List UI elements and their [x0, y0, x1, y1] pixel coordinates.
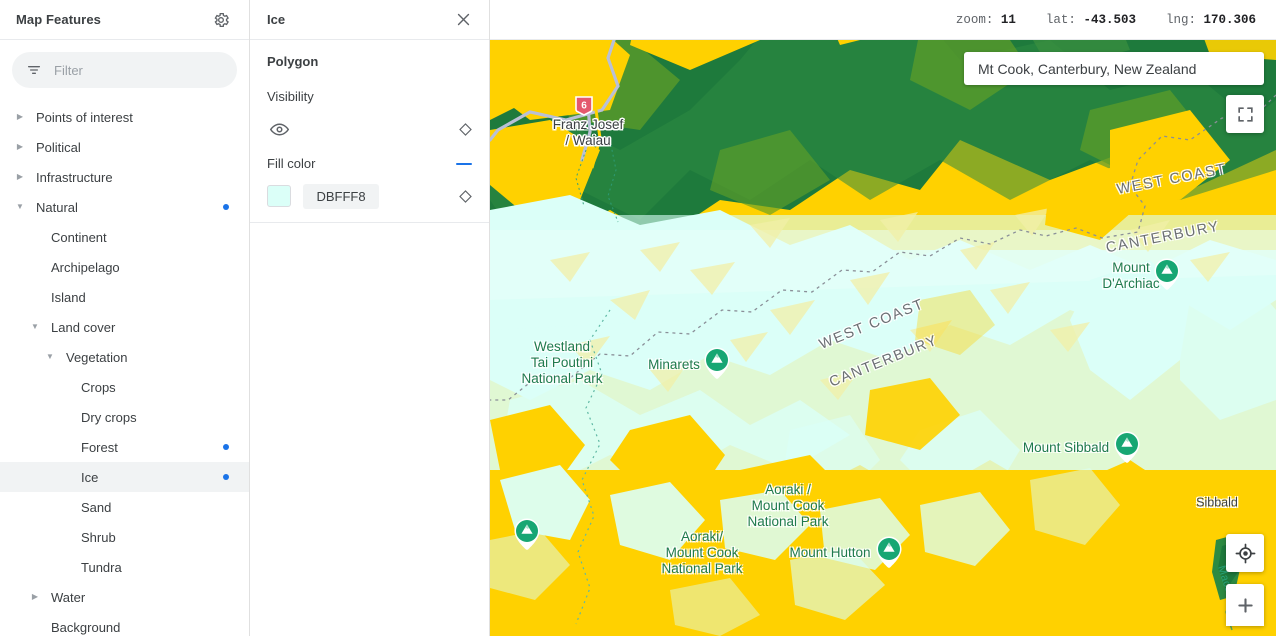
- location-search-box[interactable]: Mt Cook, Canterbury, New Zealand: [964, 52, 1264, 85]
- fill-color-hex-value[interactable]: DBFFF8: [303, 183, 379, 209]
- sidebar-item-label: Land cover: [51, 319, 116, 335]
- filter-input[interactable]: [52, 61, 223, 79]
- sidebar-item-land-cover[interactable]: ▼ Land cover: [0, 312, 249, 342]
- sidebar-item-water[interactable]: ▶ Water: [0, 582, 249, 612]
- plus-icon: [1235, 595, 1256, 616]
- app-root: Map Features ▶ Points of interest ▶ Politic…: [0, 0, 1276, 636]
- chevron-right-icon[interactable]: ▶: [12, 113, 28, 121]
- sidebar-item-label: Dry crops: [81, 409, 137, 425]
- sidebar-item-label: Infrastructure: [36, 169, 113, 185]
- chevron-down-icon[interactable]: ▼: [42, 353, 58, 361]
- sidebar-item-points-of-interest[interactable]: ▶ Points of interest: [0, 102, 249, 132]
- sidebar-item-forest[interactable]: Forest: [0, 432, 249, 462]
- sidebar-item-dry-crops[interactable]: Dry crops: [0, 402, 249, 432]
- sidebar-item-label: Ice: [81, 469, 99, 485]
- zoom-label: zoom:: [955, 12, 994, 27]
- fill-color-label-row: Fill color: [267, 156, 472, 171]
- zoom-readout: zoom: 11: [956, 13, 1016, 27]
- visibility-label-row: Visibility: [267, 89, 472, 104]
- sidebar-item-continent[interactable]: Continent: [0, 222, 249, 252]
- lat-readout: lat: -43.503: [1046, 13, 1136, 27]
- sidebar-item-label: Shrub: [81, 529, 116, 545]
- properties-header: Ice: [250, 0, 489, 40]
- gear-icon[interactable]: [209, 8, 233, 32]
- chevron-right-icon[interactable]: ▶: [12, 173, 28, 181]
- sidebar-item-label: Background: [51, 619, 121, 635]
- properties-title: Ice: [267, 12, 286, 27]
- map-status-bar: zoom: 11 lat: -43.503 lng: 170.306: [490, 0, 1276, 40]
- filter-container: [0, 40, 249, 98]
- color-value-group: DBFFF8: [267, 183, 379, 209]
- map-viewport[interactable]: Franz Josef / Waiau Westland Tai Poutini …: [490, 0, 1276, 636]
- sidebar-item-label: Vegetation: [66, 349, 128, 365]
- sidebar-item-ice[interactable]: Ice: [0, 462, 249, 492]
- visibility-label: Visibility: [267, 89, 314, 104]
- visibility-control-row: [267, 114, 472, 144]
- fill-color-modified-marker[interactable]: [456, 162, 472, 165]
- lng-readout: lng: 170.306: [1166, 13, 1256, 27]
- modified-indicator-dot: [223, 474, 229, 480]
- location-search-value: Mt Cook, Canterbury, New Zealand: [978, 60, 1197, 77]
- sidebar-title: Map Features: [16, 12, 102, 27]
- visibility-reset-diamond-icon[interactable]: [458, 122, 472, 136]
- chevron-down-icon[interactable]: ▼: [12, 203, 28, 211]
- sidebar-item-label: Water: [51, 589, 86, 605]
- map-features-sidebar: Map Features ▶ Points of interest ▶ Politic…: [0, 0, 250, 636]
- eye-icon[interactable]: [267, 117, 291, 141]
- properties-body: Polygon Visibility Fill color DBFFF8: [250, 40, 489, 211]
- map-terrain-canvas: [490, 0, 1276, 636]
- properties-divider: [250, 222, 489, 223]
- sidebar-item-label: Political: [36, 139, 81, 155]
- sidebar-item-tundra[interactable]: Tundra: [0, 552, 249, 582]
- fullscreen-button[interactable]: [1226, 95, 1264, 133]
- modified-indicator-dot: [223, 444, 229, 450]
- sidebar-item-label: Archipelago: [51, 259, 120, 275]
- filter-box[interactable]: [12, 52, 237, 88]
- zoom-value: 11: [1000, 12, 1016, 27]
- section-title-polygon: Polygon: [267, 54, 319, 69]
- sidebar-item-political[interactable]: ▶ Political: [0, 132, 249, 162]
- fullscreen-icon: [1236, 105, 1255, 124]
- modified-indicator-dot: [223, 204, 229, 210]
- lat-value: -43.503: [1083, 12, 1136, 27]
- fill-color-label: Fill color: [267, 156, 316, 171]
- lat-label: lat:: [1045, 12, 1076, 27]
- zoom-in-button[interactable]: [1226, 584, 1264, 626]
- sidebar-item-island[interactable]: Island: [0, 282, 249, 312]
- sidebar-item-crops[interactable]: Crops: [0, 372, 249, 402]
- sidebar-item-background[interactable]: Background: [0, 612, 249, 636]
- close-icon[interactable]: [451, 8, 475, 32]
- sidebar-item-vegetation[interactable]: ▼ Vegetation: [0, 342, 249, 372]
- sidebar-item-label: Continent: [51, 229, 107, 245]
- fill-color-swatch[interactable]: [267, 185, 291, 207]
- sidebar-item-shrub[interactable]: Shrub: [0, 522, 249, 552]
- crosshair-icon: [1235, 543, 1256, 564]
- lng-value: 170.306: [1203, 12, 1256, 27]
- geolocate-button[interactable]: [1226, 534, 1264, 572]
- fill-color-control-row: DBFFF8: [267, 181, 472, 211]
- filter-icon: [26, 62, 42, 78]
- feature-tree: ▶ Points of interest ▶ Political ▶ Infrastruc…: [0, 98, 249, 636]
- sidebar-header: Map Features: [0, 0, 249, 40]
- properties-panel: Ice Polygon Visibility Fill color DBFFF8: [250, 0, 490, 636]
- fill-color-reset-diamond-icon[interactable]: [458, 189, 472, 203]
- lng-label: lng:: [1165, 12, 1196, 27]
- sidebar-item-label: Tundra: [81, 559, 122, 575]
- sidebar-item-infrastructure[interactable]: ▶ Infrastructure: [0, 162, 249, 192]
- sidebar-item-label: Forest: [81, 439, 118, 455]
- sidebar-item-label: Points of interest: [36, 109, 133, 125]
- sidebar-item-natural[interactable]: ▼ Natural: [0, 192, 249, 222]
- sidebar-item-label: Crops: [81, 379, 116, 395]
- sidebar-item-label: Sand: [81, 499, 112, 515]
- sidebar-item-label: Natural: [36, 199, 78, 215]
- sidebar-item-label: Island: [51, 289, 86, 305]
- sidebar-item-sand[interactable]: Sand: [0, 492, 249, 522]
- chevron-down-icon[interactable]: ▼: [27, 323, 43, 331]
- chevron-right-icon[interactable]: ▶: [12, 143, 28, 151]
- chevron-right-icon[interactable]: ▶: [27, 593, 43, 601]
- sidebar-item-archipelago[interactable]: Archipelago: [0, 252, 249, 282]
